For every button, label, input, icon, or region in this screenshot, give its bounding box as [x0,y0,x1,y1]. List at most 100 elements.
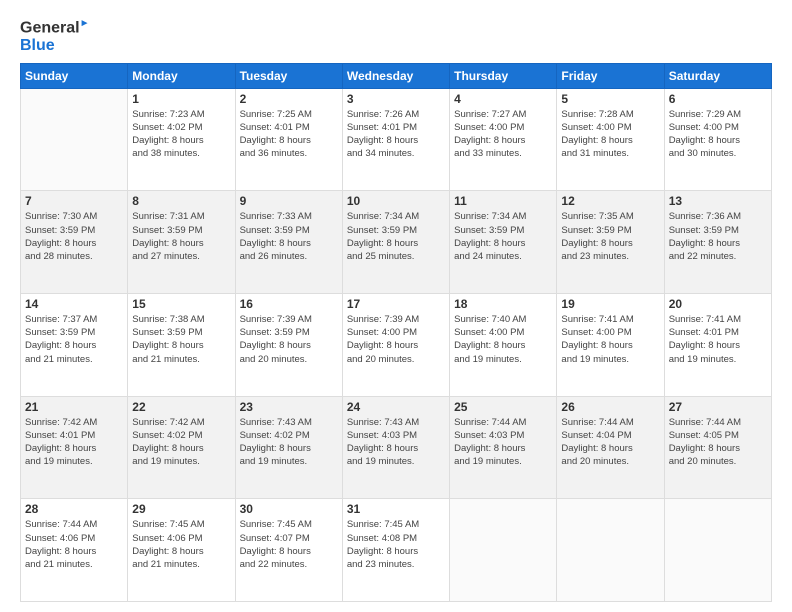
day-number: 28 [25,502,123,516]
day-info: Sunrise: 7:42 AM Sunset: 4:01 PM Dayligh… [25,416,123,469]
day-info: Sunrise: 7:35 AM Sunset: 3:59 PM Dayligh… [561,210,659,263]
calendar-week-2: 7 Sunrise: 7:30 AM Sunset: 3:59 PM Daylig… [21,191,772,294]
day-number: 23 [240,400,338,414]
weekday-saturday: Saturday [664,63,771,88]
day-info: Sunrise: 7:23 AM Sunset: 4:02 PM Dayligh… [132,108,230,161]
calendar-cell: 1Sunrise: 7:23 AM Sunset: 4:02 PM Daylig… [128,88,235,191]
calendar-cell: 16Sunrise: 7:39 AM Sunset: 3:59 PM Dayli… [235,293,342,396]
day-info: Sunrise: 7:41 AM Sunset: 4:01 PM Dayligh… [669,313,767,366]
day-info: Sunrise: 7:28 AM Sunset: 4:00 PM Dayligh… [561,108,659,161]
day-number: 25 [454,400,552,414]
day-number: 9 [240,194,338,208]
day-info: Sunrise: 7:31 AM Sunset: 3:59 PM Dayligh… [132,210,230,263]
weekday-tuesday: Tuesday [235,63,342,88]
day-info: Sunrise: 7:44 AM Sunset: 4:05 PM Dayligh… [669,416,767,469]
calendar-cell: 13Sunrise: 7:36 AM Sunset: 3:59 PM Dayli… [664,191,771,294]
day-number: 21 [25,400,123,414]
calendar-cell: 31Sunrise: 7:45 AM Sunset: 4:08 PM Dayli… [342,499,449,602]
calendar-cell [664,499,771,602]
calendar-cell: 29 Sunrise: 7:45 AM Sunset: 4:06 PM Dayli… [128,499,235,602]
day-info: Sunrise: 7:33 AM Sunset: 3:59 PM Dayligh… [240,210,338,263]
logo: General► Blue [20,18,90,55]
logo-general: General► [20,18,90,37]
day-number: 18 [454,297,552,311]
day-info: Sunrise: 7:27 AM Sunset: 4:00 PM Dayligh… [454,108,552,161]
day-number: 22 [132,400,230,414]
day-number: 13 [669,194,767,208]
day-info: Sunrise: 7:42 AM Sunset: 4:02 PM Dayligh… [132,416,230,469]
calendar-cell: 28 Sunrise: 7:44 AM Sunset: 4:06 PM Dayli… [21,499,128,602]
day-info: Sunrise: 7:43 AM Sunset: 4:02 PM Dayligh… [240,416,338,469]
day-number: 15 [132,297,230,311]
calendar-cell: 3 Sunrise: 7:26 AM Sunset: 4:01 PM Daylig… [342,88,449,191]
day-info: Sunrise: 7:43 AM Sunset: 4:03 PM Dayligh… [347,416,445,469]
calendar-cell: 5 Sunrise: 7:28 AM Sunset: 4:00 PM Daylig… [557,88,664,191]
day-info: Sunrise: 7:40 AM Sunset: 4:00 PM Dayligh… [454,313,552,366]
day-info: Sunrise: 7:39 AM Sunset: 4:00 PM Dayligh… [347,313,445,366]
day-number: 16 [240,297,338,311]
calendar-cell: 22 Sunrise: 7:42 AM Sunset: 4:02 PM Dayli… [128,396,235,499]
calendar-cell: 24 Sunrise: 7:43 AM Sunset: 4:03 PM Dayli… [342,396,449,499]
day-number: 12 [561,194,659,208]
weekday-monday: Monday [128,63,235,88]
day-info: Sunrise: 7:44 AM Sunset: 4:06 PM Dayligh… [25,518,123,571]
day-number: 17 [347,297,445,311]
day-number: 20 [669,297,767,311]
calendar-week-5: 28 Sunrise: 7:44 AM Sunset: 4:06 PM Dayli… [21,499,772,602]
calendar-cell: 27 Sunrise: 7:44 AM Sunset: 4:05 PM Dayli… [664,396,771,499]
day-info: Sunrise: 7:34 AM Sunset: 3:59 PM Dayligh… [454,210,552,263]
day-info: Sunrise: 7:26 AM Sunset: 4:01 PM Dayligh… [347,108,445,161]
calendar-cell: 26 Sunrise: 7:44 AM Sunset: 4:04 PM Dayli… [557,396,664,499]
calendar-cell [21,88,128,191]
day-number: 29 [132,502,230,516]
calendar-cell: 4Sunrise: 7:27 AM Sunset: 4:00 PM Daylig… [450,88,557,191]
logo-wordmark: General► Blue [20,18,90,55]
calendar-cell: 8 Sunrise: 7:31 AM Sunset: 3:59 PM Daylig… [128,191,235,294]
calendar-cell: 12 Sunrise: 7:35 AM Sunset: 3:59 PM Dayli… [557,191,664,294]
day-number: 27 [669,400,767,414]
day-number: 7 [25,194,123,208]
day-number: 5 [561,92,659,106]
day-number: 11 [454,194,552,208]
calendar-cell: 11 Sunrise: 7:34 AM Sunset: 3:59 PM Dayli… [450,191,557,294]
day-info: Sunrise: 7:44 AM Sunset: 4:04 PM Dayligh… [561,416,659,469]
weekday-header-row: SundayMondayTuesdayWednesdayThursdayFrid… [21,63,772,88]
weekday-sunday: Sunday [21,63,128,88]
day-number: 10 [347,194,445,208]
calendar-week-1: 1Sunrise: 7:23 AM Sunset: 4:02 PM Daylig… [21,88,772,191]
weekday-friday: Friday [557,63,664,88]
day-info: Sunrise: 7:45 AM Sunset: 4:06 PM Dayligh… [132,518,230,571]
day-number: 8 [132,194,230,208]
calendar-week-3: 14Sunrise: 7:37 AM Sunset: 3:59 PM Dayli… [21,293,772,396]
calendar-cell: 19Sunrise: 7:41 AM Sunset: 4:00 PM Dayli… [557,293,664,396]
calendar-cell: 23 Sunrise: 7:43 AM Sunset: 4:02 PM Dayli… [235,396,342,499]
calendar-cell: 7 Sunrise: 7:30 AM Sunset: 3:59 PM Daylig… [21,191,128,294]
calendar-cell: 9 Sunrise: 7:33 AM Sunset: 3:59 PM Daylig… [235,191,342,294]
day-number: 3 [347,92,445,106]
calendar-week-4: 21 Sunrise: 7:42 AM Sunset: 4:01 PM Dayli… [21,396,772,499]
calendar-cell: 20 Sunrise: 7:41 AM Sunset: 4:01 PM Dayli… [664,293,771,396]
day-info: Sunrise: 7:45 AM Sunset: 4:07 PM Dayligh… [240,518,338,571]
day-info: Sunrise: 7:25 AM Sunset: 4:01 PM Dayligh… [240,108,338,161]
weekday-wednesday: Wednesday [342,63,449,88]
header: General► Blue [20,18,772,55]
calendar-cell: 6Sunrise: 7:29 AM Sunset: 4:00 PM Daylig… [664,88,771,191]
day-number: 30 [240,502,338,516]
calendar-cell: 2 Sunrise: 7:25 AM Sunset: 4:01 PM Daylig… [235,88,342,191]
day-number: 26 [561,400,659,414]
calendar-table: SundayMondayTuesdayWednesdayThursdayFrid… [20,63,772,602]
day-info: Sunrise: 7:44 AM Sunset: 4:03 PM Dayligh… [454,416,552,469]
day-number: 14 [25,297,123,311]
logo-blue: Blue [20,37,90,55]
calendar-cell [557,499,664,602]
calendar-cell: 30 Sunrise: 7:45 AM Sunset: 4:07 PM Dayli… [235,499,342,602]
day-info: Sunrise: 7:30 AM Sunset: 3:59 PM Dayligh… [25,210,123,263]
calendar-cell: 14Sunrise: 7:37 AM Sunset: 3:59 PM Dayli… [21,293,128,396]
day-number: 24 [347,400,445,414]
calendar-cell [450,499,557,602]
calendar-cell: 15Sunrise: 7:38 AM Sunset: 3:59 PM Dayli… [128,293,235,396]
page: General► Blue SundayMondayTuesdayWednesd… [0,0,792,612]
day-number: 2 [240,92,338,106]
day-info: Sunrise: 7:34 AM Sunset: 3:59 PM Dayligh… [347,210,445,263]
weekday-thursday: Thursday [450,63,557,88]
